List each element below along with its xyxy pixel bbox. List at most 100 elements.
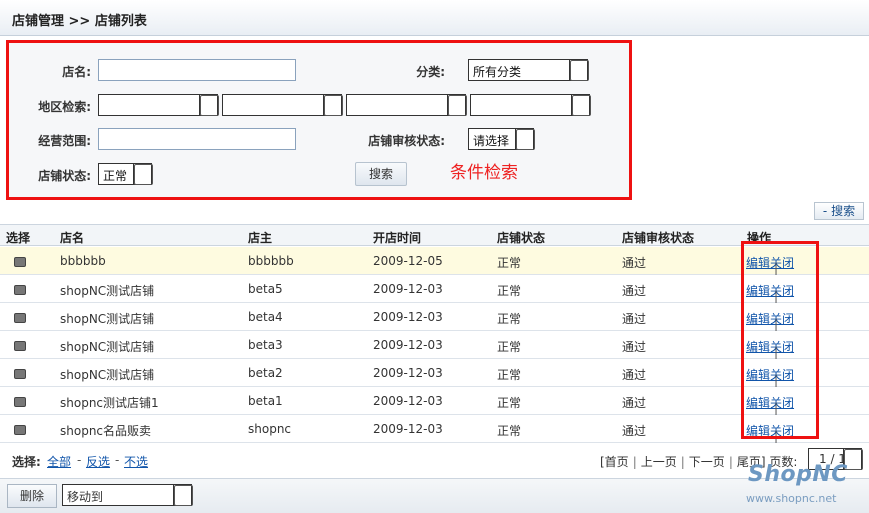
table-row: shopNC测试店铺 beta5 2009-12-03 正常 通过 编辑 | 关闭 <box>0 275 869 303</box>
shop-status: 正常 <box>497 312 522 326</box>
open-date: 2009-12-03 <box>373 366 443 380</box>
audit-status: 通过 <box>622 396 647 410</box>
shop-status: 正常 <box>497 396 522 410</box>
shop-name-label: 店名: <box>62 65 91 79</box>
category-select-value: 所有分类 <box>473 65 522 79</box>
toggle-search-button[interactable]: - 搜索 <box>814 202 864 220</box>
region-select-2[interactable] <box>222 94 343 116</box>
shop-owner: beta4 <box>248 310 283 324</box>
audit-status: 通过 <box>622 312 647 326</box>
shop-name: shopNC测试店铺 <box>60 312 155 326</box>
row-checkbox[interactable] <box>14 341 26 351</box>
col-status: 店铺状态 <box>497 231 546 245</box>
row-checkbox[interactable] <box>14 397 26 407</box>
dropdown-icon <box>173 485 193 506</box>
row-checkbox[interactable] <box>14 369 26 379</box>
open-date: 2009-12-03 <box>373 394 443 408</box>
table-footer: 选择: 全部 - 反选 - 不选 [首页 | 上一页 | 下一页 | 尾页] 页数: <box>0 444 869 476</box>
shop-name: shopNC测试店铺 <box>60 368 155 382</box>
shop-name: bbbbbb <box>60 254 106 268</box>
open-date: 2009-12-03 <box>373 282 443 296</box>
next-page-link[interactable]: 下一页 <box>689 455 725 469</box>
page-header: 店铺管理 >> 店铺列表 <box>0 0 869 36</box>
category-select[interactable]: 所有分类 <box>468 59 589 81</box>
status-select[interactable]: 正常 <box>98 163 153 185</box>
table-header: 选择 店名 店主 开店时间 店铺状态 店铺审核状态 操作 <box>0 224 869 246</box>
move-to-value: 移动到 <box>67 490 104 504</box>
audit-status: 通过 <box>622 424 647 438</box>
shop-status: 正常 <box>497 340 522 354</box>
col-audit: 店铺审核状态 <box>622 231 695 245</box>
row-checkbox[interactable] <box>14 285 26 295</box>
move-to-select[interactable]: 移动到 <box>62 484 193 506</box>
open-date: 2009-12-03 <box>373 422 443 436</box>
shop-name-input[interactable] <box>98 59 296 81</box>
col-owner: 店主 <box>248 231 273 245</box>
watermark: ShopNC www.shopnc.net <box>742 462 864 510</box>
status-select-value: 正常 <box>103 169 128 183</box>
shop-status: 正常 <box>497 424 522 438</box>
col-select: 选择 <box>6 231 31 245</box>
shop-owner: beta3 <box>248 338 283 352</box>
shop-name: shopNC测试店铺 <box>60 284 155 298</box>
select-all-link[interactable]: 全部 <box>47 453 71 470</box>
region-select-1[interactable] <box>98 94 219 116</box>
shop-owner: beta5 <box>248 282 283 296</box>
ops-annotation-box <box>741 241 819 439</box>
select-label: 选择: <box>12 455 41 469</box>
filter-panel: 店名: 分类: 所有分类 地区检索: 经营范围: 店铺审核状态: 请选择 店铺状… <box>6 40 632 200</box>
shop-name: shopNC测试店铺 <box>60 340 155 354</box>
shop-owner: beta2 <box>248 366 283 380</box>
breadcrumb: 店铺管理 >> 店铺列表 <box>12 14 147 29</box>
region-select-4[interactable] <box>470 94 591 116</box>
audit-status: 通过 <box>622 340 647 354</box>
table-row: shopNC测试店铺 beta4 2009-12-03 正常 通过 编辑 | 关闭 <box>0 303 869 331</box>
shop-owner: beta1 <box>248 394 283 408</box>
dropdown-icon <box>515 129 535 150</box>
col-date: 开店时间 <box>373 231 422 245</box>
watermark-url: www.shopnc.net <box>746 492 837 505</box>
audit-select-value: 请选择 <box>473 134 510 148</box>
shop-status: 正常 <box>497 368 522 382</box>
shop-status: 正常 <box>497 284 522 298</box>
scope-input[interactable] <box>98 128 296 150</box>
table-row: shopNC测试店铺 beta2 2009-12-03 正常 通过 编辑 | 关闭 <box>0 359 869 387</box>
audit-status: 通过 <box>622 368 647 382</box>
category-label: 分类: <box>416 65 445 79</box>
prev-page-link[interactable]: 上一页 <box>641 455 677 469</box>
col-name: 店名 <box>60 231 85 245</box>
table-row: shopnc名品贩卖 shopnc 2009-12-03 正常 通过 编辑 | 关闭 <box>0 415 869 443</box>
region-select-3[interactable] <box>346 94 467 116</box>
action-bar: 删除 移动到 <box>0 478 869 513</box>
pager-separator: | <box>680 455 685 469</box>
scope-label: 经营范围: <box>38 134 91 148</box>
shop-status: 正常 <box>497 256 522 270</box>
first-page-link[interactable]: [首页 <box>600 455 629 469</box>
row-checkbox[interactable] <box>14 257 26 267</box>
dropdown-icon <box>199 95 219 116</box>
shop-owner: bbbbbb <box>248 254 294 268</box>
table-row: shopnc测试店铺1 beta1 2009-12-03 正常 通过 编辑 | 关闭 <box>0 387 869 415</box>
pager-separator: | <box>632 455 637 469</box>
audit-select[interactable]: 请选择 <box>468 128 535 150</box>
separator: - <box>115 453 120 467</box>
search-button[interactable]: 搜索 <box>355 162 407 186</box>
region-label: 地区检索: <box>38 100 91 114</box>
select-invert-link[interactable]: 反选 <box>86 453 110 470</box>
row-checkbox[interactable] <box>14 425 26 435</box>
open-date: 2009-12-03 <box>373 338 443 352</box>
table-row: shopNC测试店铺 beta3 2009-12-03 正常 通过 编辑 | 关闭 <box>0 331 869 359</box>
dropdown-icon <box>571 95 591 116</box>
shop-name: shopnc名品贩卖 <box>60 424 152 438</box>
open-date: 2009-12-05 <box>373 254 443 268</box>
select-none-link[interactable]: 不选 <box>124 453 148 470</box>
open-date: 2009-12-03 <box>373 310 443 324</box>
shop-owner: shopnc <box>248 422 292 436</box>
dropdown-icon <box>133 164 153 185</box>
row-checkbox[interactable] <box>14 313 26 323</box>
delete-button[interactable]: 删除 <box>7 484 57 508</box>
pager-separator: | <box>728 455 733 469</box>
shopnc-logo: ShopNC <box>748 462 848 487</box>
dropdown-icon <box>447 95 467 116</box>
filter-annotation: 条件检索 <box>450 163 518 183</box>
